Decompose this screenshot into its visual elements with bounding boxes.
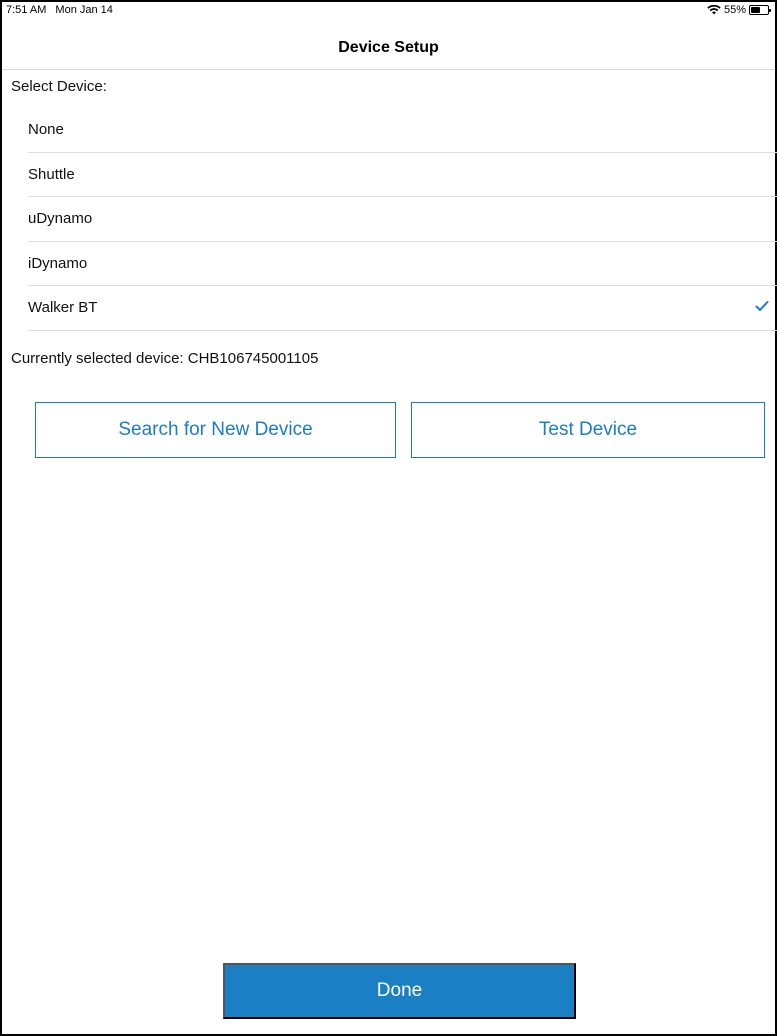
device-row[interactable]: Walker BT — [28, 286, 777, 331]
device-name: iDynamo — [28, 254, 88, 272]
status-bar: 7:51 AM Mon Jan 14 55% — [2, 0, 775, 18]
battery-fill — [751, 7, 760, 13]
status-indicators: 55% — [707, 1, 771, 19]
navigation-bar: Device Setup — [2, 18, 775, 70]
device-row[interactable]: None — [28, 108, 777, 153]
page-title: Device Setup — [338, 39, 439, 56]
device-row[interactable]: uDynamo — [28, 197, 777, 242]
status-time-date: 7:51 AM Mon Jan 14 — [6, 1, 113, 19]
device-list: None Shuttle uDynamo iDynamo Walker BT — [28, 108, 777, 331]
current-device-text: Currently selected device: CHB1067450011… — [11, 350, 319, 367]
device-row[interactable]: Shuttle — [28, 153, 777, 197]
done-button[interactable]: Done — [223, 963, 576, 1019]
battery-percent: 55% — [723, 4, 746, 16]
test-device-button[interactable]: Test Device — [411, 402, 765, 458]
device-row[interactable]: iDynamo — [28, 242, 777, 286]
device-name: Walker BT — [28, 299, 98, 316]
device-name: uDynamo — [28, 210, 93, 227]
device-name: Shuttle — [28, 165, 75, 183]
wifi-icon — [707, 5, 721, 15]
screen: 7:51 AM Mon Jan 14 55% Device Setup Sele… — [0, 0, 777, 1036]
device-name: None — [28, 121, 64, 138]
select-device-label: Select Device: — [11, 78, 107, 95]
checkmark-icon — [755, 301, 769, 311]
search-new-device-button[interactable]: Search for New Device — [35, 402, 396, 458]
status-time: 7:51 AM — [6, 4, 47, 16]
battery-icon — [749, 5, 771, 15]
status-date: Mon Jan 14 — [55, 4, 113, 16]
